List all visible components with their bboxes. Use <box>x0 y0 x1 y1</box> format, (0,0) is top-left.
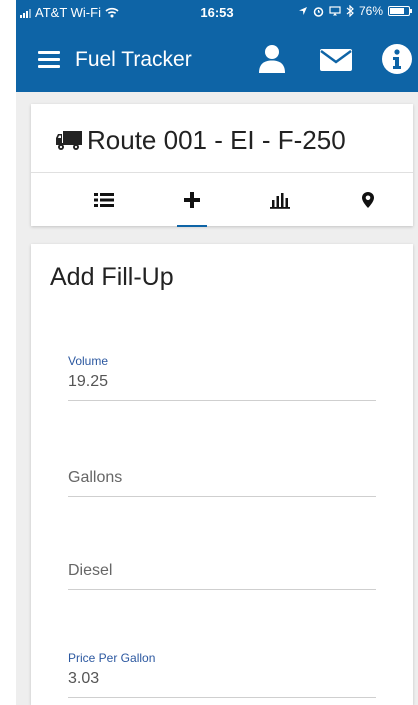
app-title: Fuel Tracker <box>75 48 192 71</box>
battery-level <box>390 8 404 14</box>
list-icon <box>94 193 114 207</box>
volume-input[interactable]: 19.25 <box>68 373 376 393</box>
alarm-icon <box>313 6 324 17</box>
route-title: Route 001 - EI - F-250 <box>87 124 346 155</box>
route-tabs <box>31 172 413 227</box>
form-title: Add Fill-Up <box>50 263 174 291</box>
price-label: Price Per Gallon <box>68 651 156 665</box>
fuel-type-underline <box>68 589 376 590</box>
price-input[interactable]: 3.03 <box>68 670 376 690</box>
battery-icon <box>388 6 412 16</box>
user-icon[interactable] <box>255 42 289 76</box>
tab-list[interactable] <box>74 173 134 227</box>
bluetooth-icon <box>346 5 354 17</box>
active-tab-indicator <box>177 225 207 227</box>
screen-mirroring-icon <box>329 6 341 16</box>
volume-field[interactable]: Volume 19.25 <box>68 354 376 401</box>
route-header: Route 001 - EI - F-250 <box>55 122 346 158</box>
unit-value[interactable]: Gallons <box>68 469 376 489</box>
route-card: Route 001 - EI - F-250 <box>31 104 413 227</box>
fuel-type-value[interactable]: Diesel <box>68 562 376 582</box>
unit-select[interactable]: Gallons <box>68 469 376 497</box>
unit-underline <box>68 496 376 497</box>
price-underline <box>68 697 376 698</box>
fuel-type-select[interactable]: Diesel <box>68 562 376 590</box>
battery-percent: 76% <box>358 4 383 18</box>
map-marker-icon <box>362 192 374 208</box>
app-bar: Fuel Tracker <box>16 26 418 92</box>
bar-chart-icon <box>270 193 290 209</box>
plus-icon <box>184 192 200 208</box>
tab-map[interactable] <box>338 173 398 227</box>
status-right: 76% <box>298 4 412 18</box>
truck-icon <box>56 131 82 150</box>
phone-screen: AT&T Wi-Fi 16:53 76% Fuel Tracker Route … <box>16 0 418 705</box>
volume-label: Volume <box>68 354 109 368</box>
mail-icon[interactable] <box>318 42 354 76</box>
menu-icon[interactable] <box>38 51 60 68</box>
tab-add[interactable] <box>162 173 222 227</box>
status-bar: AT&T Wi-Fi 16:53 76% <box>16 0 418 26</box>
info-icon[interactable] <box>380 42 414 76</box>
volume-underline <box>68 400 376 401</box>
price-field[interactable]: Price Per Gallon 3.03 <box>68 651 376 698</box>
tab-stats[interactable] <box>250 173 310 227</box>
fill-up-form: Add Fill-Up Volume 19.25 Gallons Diesel … <box>31 244 413 705</box>
location-arrow-icon <box>298 7 307 15</box>
